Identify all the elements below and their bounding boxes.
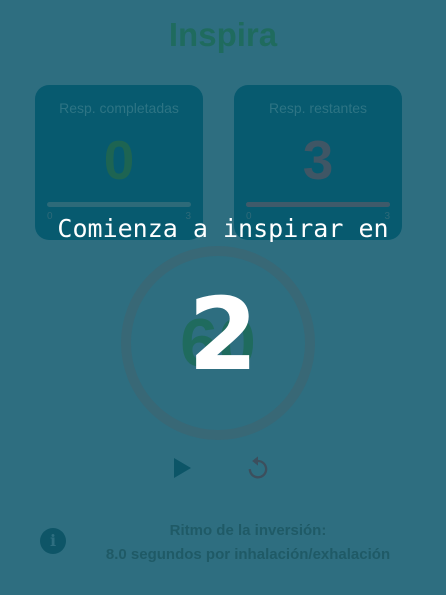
play-icon [174, 458, 191, 478]
countdown-number: 2 [188, 276, 258, 393]
remaining-breaths-value: 3 [302, 129, 334, 191]
completed-progress-bar [47, 202, 191, 207]
info-icon[interactable]: i [40, 528, 66, 554]
completed-breaths-value: 0 [103, 129, 135, 191]
reset-icon [248, 456, 268, 479]
remaining-progress-bar [246, 202, 390, 207]
play-button[interactable] [167, 453, 197, 483]
page-title: Inspira [168, 16, 278, 53]
rhythm-info: Ritmo de la inversión: 8.0 segundos por … [70, 519, 426, 567]
rhythm-title: Ritmo de la inversión: [169, 522, 327, 539]
remaining-progress-fill [246, 202, 390, 207]
completed-breaths-label: Resp. completadas [59, 100, 179, 116]
reset-button[interactable] [241, 451, 275, 485]
countdown-label: Comienza a inspirar en [57, 214, 389, 243]
remaining-breaths-label: Resp. restantes [268, 100, 368, 116]
rhythm-detail: 8.0 segundos por inhalación/exhalación [105, 546, 391, 563]
